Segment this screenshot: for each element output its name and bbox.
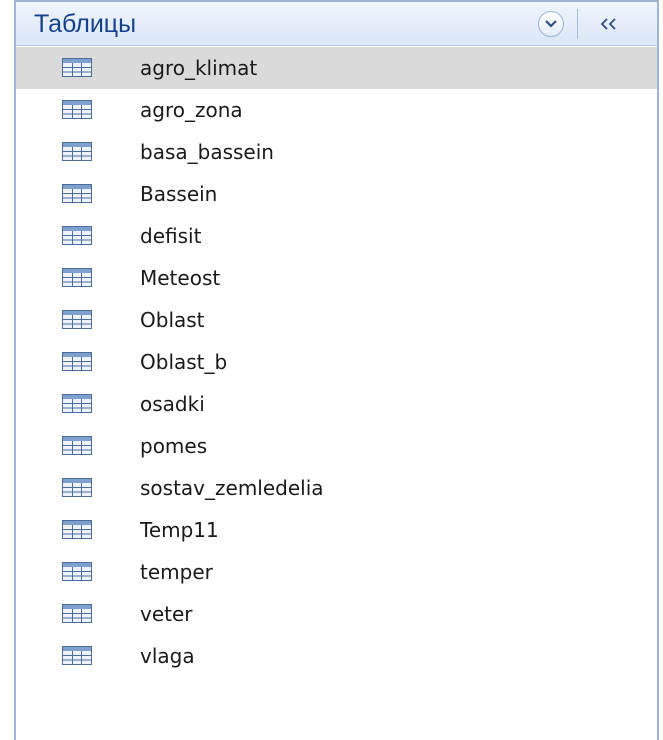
table-name: Temp11 (140, 518, 219, 542)
navigation-pane: Таблицы agro_klimat agro_zona basa_basse… (14, 0, 659, 740)
table-icon (62, 436, 92, 455)
table-name: pomes (140, 434, 208, 458)
table-icon (62, 520, 92, 539)
table-name: agro_klimat (140, 56, 258, 80)
table-icon (62, 226, 92, 245)
table-list-item[interactable]: Oblast (16, 299, 657, 341)
table-name: Bassein (140, 182, 218, 206)
table-list-item[interactable]: Bassein (16, 173, 657, 215)
table-icon (62, 394, 92, 413)
table-name: agro_zona (140, 98, 243, 122)
table-list-item[interactable]: veter (16, 593, 657, 635)
table-list-item[interactable]: temper (16, 551, 657, 593)
table-name: Meteost (140, 266, 221, 290)
table-list-item[interactable]: agro_klimat (16, 47, 657, 89)
table-list-item[interactable]: osadki (16, 383, 657, 425)
header-divider (577, 9, 578, 39)
table-list-item[interactable]: basa_bassein (16, 131, 657, 173)
table-icon (62, 352, 92, 371)
double-chevron-left-icon (600, 18, 616, 30)
table-list-item[interactable]: vlaga (16, 635, 657, 677)
table-name: basa_bassein (140, 140, 274, 164)
table-icon (62, 184, 92, 203)
chevron-down-icon (545, 20, 557, 28)
table-name: defisit (140, 224, 202, 248)
table-name: osadki (140, 392, 205, 416)
pane-header: Таблицы (16, 2, 657, 46)
table-list-item[interactable]: defisit (16, 215, 657, 257)
table-icon (62, 100, 92, 119)
table-list: agro_klimat agro_zona basa_bassein Basse… (16, 47, 657, 677)
table-name: temper (140, 560, 213, 584)
collapse-pane-button[interactable] (590, 8, 630, 40)
table-name: sostav_zemledelia (140, 476, 324, 500)
table-name: Oblast_b (140, 350, 228, 374)
table-icon (62, 562, 92, 581)
table-list-item[interactable]: Oblast_b (16, 341, 657, 383)
table-list-item[interactable]: Meteost (16, 257, 657, 299)
table-icon (62, 268, 92, 287)
table-icon (62, 646, 92, 665)
table-name: vlaga (140, 644, 195, 668)
table-name: veter (140, 602, 193, 626)
table-list-item[interactable]: agro_zona (16, 89, 657, 131)
pane-menu-button[interactable] (538, 11, 564, 37)
table-icon (62, 142, 92, 161)
table-icon (62, 604, 92, 623)
pane-title: Таблицы (34, 10, 137, 38)
table-list-item[interactable]: pomes (16, 425, 657, 467)
table-name: Oblast (140, 308, 205, 332)
table-list-item[interactable]: Temp11 (16, 509, 657, 551)
table-icon (62, 478, 92, 497)
table-list-item[interactable]: sostav_zemledelia (16, 467, 657, 509)
table-icon (62, 58, 92, 77)
table-icon (62, 310, 92, 329)
